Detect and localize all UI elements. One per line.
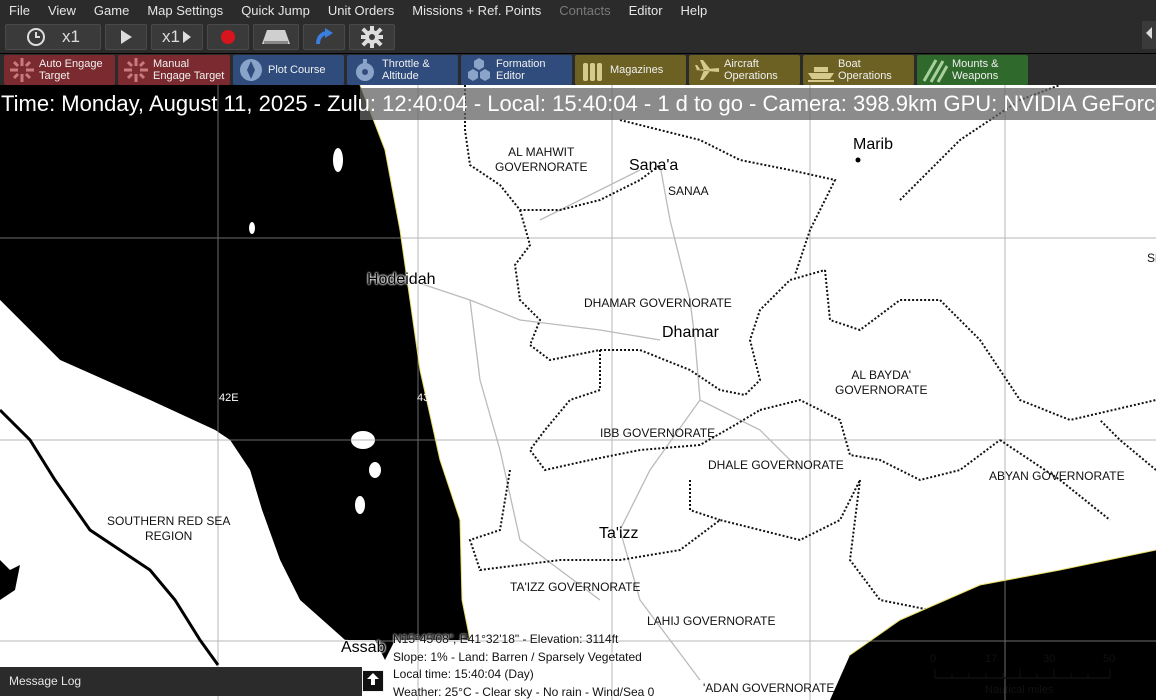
scale-tick-50: 50 [1103,653,1116,665]
arrow-up-icon [366,672,380,691]
side-panel-toggle[interactable] [1142,21,1156,49]
region-dhamar: DHAMAR GOVERNORATE [584,296,732,310]
menu-game[interactable]: Game [85,0,138,21]
map-view-button[interactable] [253,24,299,50]
grid-label-42e: 42E [219,392,239,404]
aircraft-operations-button[interactable]: Aircraft Operations [689,55,800,85]
scale-unit: Nautical miles [985,684,1054,696]
boat-operations-button[interactable]: Boat Operations [803,55,914,85]
auto-engage-button[interactable]: Auto Engage Target [4,55,115,85]
region-al-mahwit: AL MAHWIT GOVERNORATE [495,145,588,174]
record-icon [220,29,236,45]
region-sanaa: SANAA [668,184,709,198]
cursor-coords: N15°45'08", E41°32'18" - Elevation: 3114… [393,632,619,646]
plot-course-label: Plot Course [268,64,326,76]
city-taizz[interactable]: Ta'izz [599,525,639,543]
scale-tick-30: 30 [1043,653,1056,665]
city-assab[interactable]: Assab [341,639,385,657]
aircraft-operations-label: Aircraft Operations [724,58,778,82]
manual-engage-button[interactable]: Manual Engage Target [118,55,230,85]
time-compression-button[interactable]: x1 [5,24,101,50]
step-label: x1 [162,27,180,46]
region-al-bayda: AL BAYDA' GOVERNORATE [835,368,928,397]
mounts-weapons-button[interactable]: Mounts & Weapons [917,55,1028,85]
message-log-expand-button[interactable] [362,670,384,692]
menu-view[interactable]: View [39,0,85,21]
menu-bar: File View Game Map Settings Quick Jump U… [0,0,1156,21]
action-toolbar: Auto Engage Target Manual Engage Target … [0,54,1156,85]
status-line: Time: Monday, August 11, 2025 - Zulu: 12… [1,91,1156,116]
aircraft-icon [692,56,722,84]
jump-button[interactable] [303,24,345,50]
cursor-slope: Slope: 1% - Land: Barren / Sparsely Vege… [393,649,642,664]
city-sanaa[interactable]: Sana'a [629,157,678,175]
map-graphics [0,85,1156,700]
scale-tick-17: 17 [985,653,998,665]
formation-editor-label: Formation Editor [496,58,546,82]
menu-editor[interactable]: Editor [620,0,672,21]
menu-file[interactable]: File [0,0,39,21]
step-button[interactable]: x1 [151,24,203,50]
magazines-button[interactable]: Magazines [575,55,686,85]
terrain-icon [261,28,291,46]
ammo-icon [578,56,608,84]
settings-button[interactable] [349,24,395,50]
time-compression-label: x1 [62,27,80,46]
throttle-altitude-label: Throttle & Altitude [382,58,430,82]
crosshair-icon [7,56,37,84]
record-button[interactable] [207,24,249,50]
boat-operations-label: Boat Operations [838,58,892,82]
grid-label-43: 43 [417,392,430,404]
region-abyan: ABYAN GOVERNORATE [989,469,1125,483]
curved-arrow-icon [314,27,334,47]
clock-icon [26,27,46,47]
menu-map-settings[interactable]: Map Settings [138,0,232,21]
manual-crosshair-icon [121,56,151,84]
menu-help[interactable]: Help [672,0,717,21]
region-lahij: LAHIJ GOVERNORATE [647,614,776,628]
menu-contacts[interactable]: Contacts [550,0,619,21]
region-dhale: DHALE GOVERNORATE [708,458,844,472]
throttle-icon [350,56,380,84]
mounts-weapons-label: Mounts & Weapons [952,58,999,82]
manual-engage-label: Manual Engage Target [153,58,225,82]
city-marib[interactable]: Marib [853,136,893,154]
hexagons-icon [464,56,494,84]
play-icon [119,29,133,45]
step-play-icon [182,30,192,44]
gear-icon [360,25,384,49]
tactical-map[interactable]: AL MAHWIT GOVERNORATE SANAA DHAMAR GOVER… [0,85,1156,700]
auto-engage-label: Auto Engage Target [39,58,103,82]
missiles-icon [920,56,950,84]
region-taizz: TA'IZZ GOVERNORATE [510,580,641,594]
time-control-bar: x1 x1 [0,21,1156,53]
city-hodeidah[interactable]: Hodeidah [367,271,436,289]
menu-quick-jump[interactable]: Quick Jump [232,0,319,21]
region-ibb: IBB GOVERNORATE [600,426,716,440]
plot-course-button[interactable]: Plot Course [233,55,344,85]
menu-missions[interactable]: Missions + Ref. Points [403,0,550,21]
cursor-info: N15°45'08", E41°32'18" - Elevation: 3114… [393,631,654,700]
throttle-altitude-button[interactable]: Throttle & Altitude [347,55,458,85]
city-edge-label: Sh [1147,251,1156,265]
city-dhamar[interactable]: Dhamar [662,324,719,342]
message-log-bar[interactable]: Message Log [0,667,362,696]
scale-tick-0: 0 [930,653,937,665]
chevron-left-icon [1145,26,1153,45]
region-southern-red-sea: SOUTHERN RED SEA REGION [107,514,231,543]
menu-unit-orders[interactable]: Unit Orders [319,0,403,21]
magazines-label: Magazines [610,64,664,76]
cursor-weather: Weather: 25°C - Clear sky - No rain - Wi… [393,684,655,699]
compass-icon [236,56,266,84]
cursor-local-time: Local time: 15:40:04 (Day) [393,667,534,681]
play-button[interactable] [105,24,147,50]
formation-editor-button[interactable]: Formation Editor [461,55,572,85]
region-adan: 'ADAN GOVERNORATE [703,681,835,695]
boat-icon [806,56,836,84]
